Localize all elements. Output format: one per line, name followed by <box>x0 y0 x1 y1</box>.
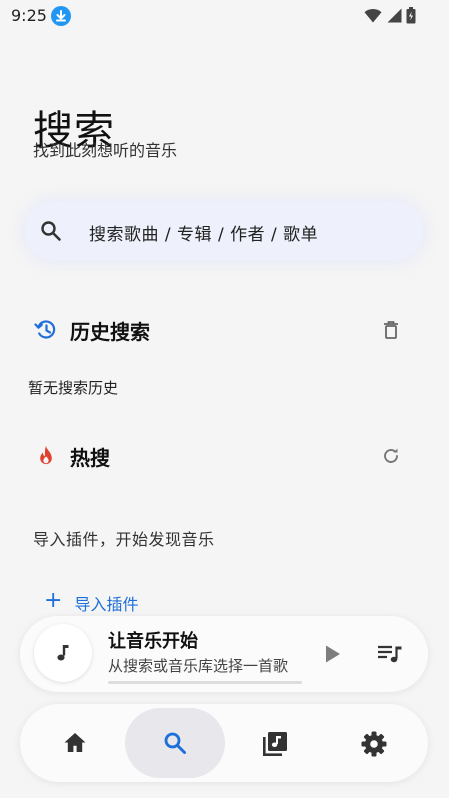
download-badge-icon <box>51 6 71 26</box>
wifi-icon <box>364 8 382 27</box>
search-icon <box>164 732 186 754</box>
bottom-nav <box>20 704 428 782</box>
library-music-icon <box>263 732 287 756</box>
music-note-icon <box>57 645 69 661</box>
fire-icon <box>34 444 58 468</box>
mini-player[interactable]: 让音乐开始 从搜索或音乐库选择一首歌 <box>20 616 428 692</box>
settings-icon <box>361 731 387 757</box>
cell-signal-icon <box>386 8 402 27</box>
import-plugin-label: 导入插件 <box>74 595 139 612</box>
search-input[interactable]: 搜索歌曲 / 专辑 / 作者 / 歌单 <box>89 220 318 245</box>
history-section-header: 历史搜索 <box>34 315 414 345</box>
history-empty-text: 暂无搜索历史 <box>28 379 119 397</box>
hot-hint-text: 导入插件，开始发现音乐 <box>33 530 215 549</box>
status-time: 9:25 <box>11 6 47 25</box>
history-icon <box>34 318 58 342</box>
queue-music-icon[interactable] <box>376 642 404 666</box>
home-icon <box>64 733 86 752</box>
page-subtitle: 找到此刻想听的音乐 <box>33 141 178 160</box>
now-playing-subtitle: 从搜索或音乐库选择一首歌 <box>108 657 289 675</box>
search-bar[interactable]: 搜索歌曲 / 专辑 / 作者 / 歌单 <box>25 202 423 260</box>
plus-icon: + <box>44 588 63 612</box>
hot-section-header: 热搜 <box>34 441 414 471</box>
album-cover <box>34 624 92 682</box>
nav-settings[interactable] <box>323 708 423 778</box>
import-plugin-button[interactable]: + 导入插件 <box>44 588 139 613</box>
nav-home[interactable] <box>25 708 125 778</box>
delete-icon[interactable] <box>380 319 402 341</box>
refresh-icon[interactable] <box>380 445 402 467</box>
status-bar: 9:25 <box>0 0 449 32</box>
history-title: 历史搜索 <box>70 320 150 344</box>
playback-progress[interactable] <box>108 681 302 684</box>
nav-search[interactable] <box>125 708 225 778</box>
nav-library[interactable] <box>224 708 324 778</box>
status-icons <box>364 7 416 28</box>
play-icon[interactable] <box>320 642 344 666</box>
search-icon <box>39 219 63 243</box>
now-playing-title: 让音乐开始 <box>108 631 198 652</box>
hot-title: 热搜 <box>70 446 110 470</box>
battery-icon <box>406 7 416 28</box>
